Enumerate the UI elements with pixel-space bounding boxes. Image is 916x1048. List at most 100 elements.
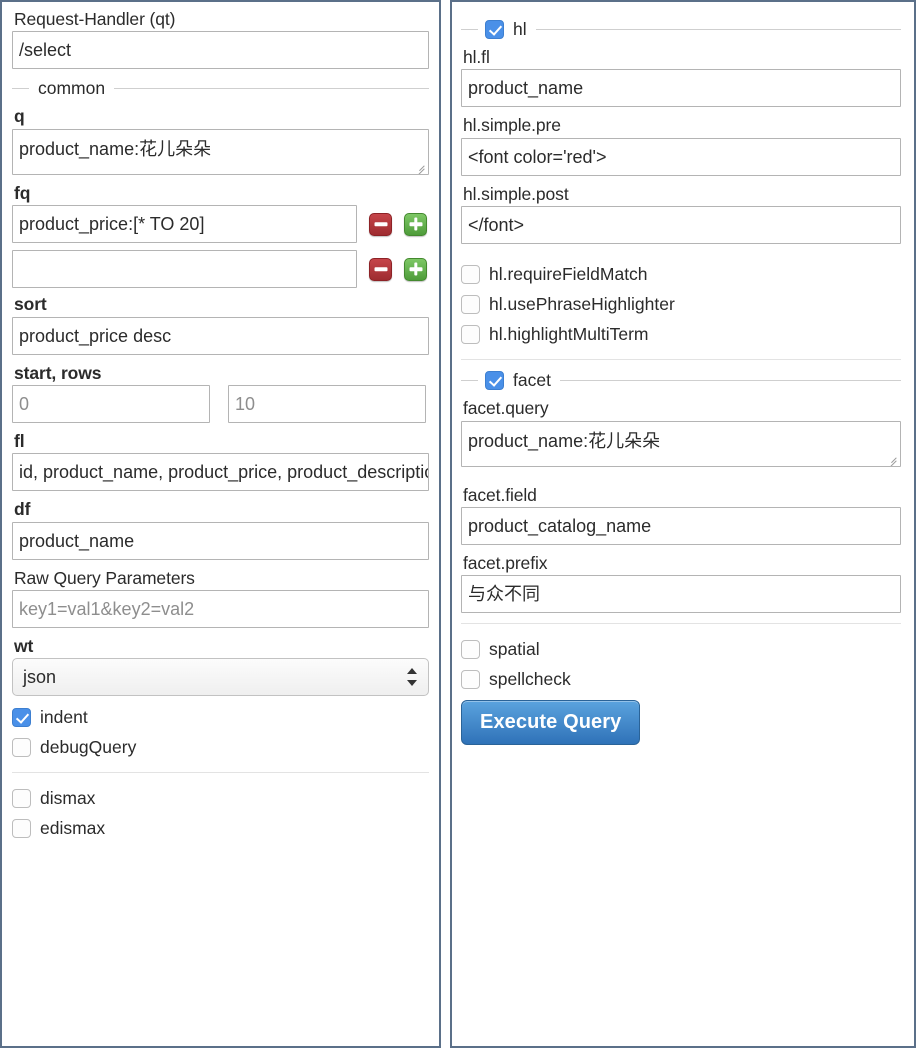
facet-field-label: facet.field (463, 484, 537, 505)
minus-icon[interactable] (369, 212, 392, 236)
checkbox-dismax-label: dismax (40, 787, 96, 808)
checkbox-spatial-box[interactable] (461, 639, 480, 659)
solr-query-form: Request-Handler (qt) /select common q pr… (0, 0, 916, 1048)
plus-icon[interactable] (404, 212, 427, 236)
facet-query-textarea[interactable]: product_name:花儿朵朵 (461, 420, 901, 467)
query-hl-facet-panel: hl hl.fl product_name hl.simple.pre <fon… (450, 0, 916, 1048)
checkbox-spellcheck-label: spellcheck (489, 668, 571, 689)
wt-select[interactable]: json (12, 658, 429, 697)
legend-rule (559, 379, 901, 381)
request-handler-input[interactable]: /select (12, 31, 429, 70)
checkbox-hl-usephrasehighlighter-box[interactable] (461, 294, 480, 314)
checkbox-hl-highlightmultiterm-label: hl.highlightMultiTerm (489, 323, 649, 344)
hl-simple-post-input[interactable]: </font> (461, 206, 901, 245)
checkbox-facet-box[interactable] (485, 370, 504, 390)
query-common-panel: Request-Handler (qt) /select common q pr… (0, 0, 441, 1048)
checkbox-hl-usephrasehighlighter-label: hl.usePhraseHighlighter (489, 293, 675, 314)
resize-grip-icon[interactable] (413, 159, 426, 174)
facet-prefix-input[interactable]: 与众不同 (461, 575, 901, 614)
checkbox-spatial-label: spatial (489, 638, 540, 659)
panel-separator (441, 0, 450, 1048)
checkbox-spellcheck-box[interactable] (461, 669, 480, 689)
raw-query-parameters-input[interactable]: key1=val1&key2=val2 (12, 590, 429, 628)
hl-fl-group: hl.fl product_name (461, 48, 901, 108)
q-textarea[interactable]: product_name:花儿朵朵 (12, 128, 429, 175)
checkbox-spatial[interactable]: spatial (461, 634, 901, 664)
rows-input[interactable]: 10 (228, 384, 426, 423)
fq-input-0[interactable]: product_price:[* TO 20] (12, 205, 357, 244)
facet-prefix-group: facet.prefix 与众不同 (461, 552, 901, 614)
checkbox-hl-requirefieldmatch[interactable]: hl.requireFieldMatch (461, 259, 901, 289)
legend-dash (461, 379, 478, 381)
common-fieldset-legend: common (12, 78, 429, 98)
sort-group: sort product_price desc (12, 295, 429, 355)
checkbox-edismax[interactable]: edismax (12, 813, 429, 843)
fl-group: fl id, product_name, product_price, prod… (12, 430, 429, 492)
request-handler-group: Request-Handler (qt) /select (12, 9, 429, 70)
checkbox-hl-requirefieldmatch-label: hl.requireFieldMatch (489, 263, 648, 284)
legend-dash (12, 87, 29, 89)
checkbox-hl-box[interactable] (485, 19, 504, 39)
minus-icon[interactable] (369, 257, 392, 281)
right-divider-1 (461, 359, 901, 361)
fq-row: product_price:[* TO 20] (12, 205, 429, 244)
facet-field-input[interactable]: product_catalog_name (461, 506, 901, 545)
checkbox-dismax[interactable]: dismax (12, 783, 429, 813)
checkbox-indent-label: indent (40, 706, 88, 727)
checkbox-hl-requirefieldmatch-box[interactable] (461, 264, 480, 284)
plus-icon[interactable] (404, 257, 427, 281)
execute-query-button[interactable]: Execute Query (461, 700, 641, 746)
fq-input-1[interactable] (12, 250, 357, 289)
left-divider (12, 772, 429, 774)
hl-simple-pre-label: hl.simple.pre (463, 115, 561, 136)
hl-simple-post-group: hl.simple.post </font> (461, 183, 901, 245)
facet-legend-label: facet (513, 369, 551, 390)
raw-query-parameters-label: Raw Query Parameters (14, 567, 195, 588)
request-handler-label: Request-Handler (qt) (14, 9, 176, 29)
raw-query-parameters-group: Raw Query Parameters key1=val1&key2=val2 (12, 567, 429, 628)
q-value: product_name:花儿朵朵 (19, 138, 212, 159)
common-legend-label: common (38, 77, 106, 98)
legend-rule (114, 87, 429, 89)
checkbox-debugquery-label: debugQuery (40, 736, 137, 757)
fl-input[interactable]: id, product_name, product_price, product… (12, 453, 429, 492)
hl-simple-pre-input[interactable]: <font color='red'> (461, 137, 901, 176)
chevron-updown-icon (407, 666, 418, 688)
facet-query-group: facet.query product_name:花儿朵朵 (461, 398, 901, 467)
df-input[interactable]: product_name (12, 521, 429, 560)
fl-label: fl (14, 430, 25, 451)
hl-fl-input[interactable]: product_name (461, 69, 901, 108)
wt-group: wt json (12, 636, 429, 697)
right-divider-2 (461, 623, 901, 625)
facet-query-label: facet.query (463, 398, 549, 419)
fq-group: fq product_price:[* TO 20] (12, 183, 429, 289)
df-group: df product_name (12, 500, 429, 560)
hl-simple-post-label: hl.simple.post (463, 183, 569, 204)
checkbox-spellcheck[interactable]: spellcheck (461, 664, 901, 694)
facet-query-value: product_name:花儿朵朵 (468, 430, 661, 451)
checkbox-edismax-box[interactable] (12, 818, 31, 838)
start-rows-row: 0 10 (12, 384, 429, 423)
checkbox-hl-highlightmultiterm-box[interactable] (461, 324, 480, 344)
checkbox-dismax-box[interactable] (12, 788, 31, 808)
checkbox-debugquery[interactable]: debugQuery (12, 732, 429, 762)
checkbox-hl-usephrasehighlighter[interactable]: hl.usePhraseHighlighter (461, 289, 901, 319)
wt-label: wt (14, 636, 34, 656)
checkbox-indent[interactable]: indent (12, 702, 429, 732)
q-group: q product_name:花儿朵朵 (12, 106, 429, 175)
sort-input[interactable]: product_price desc (12, 316, 429, 355)
resize-grip-icon[interactable] (885, 451, 898, 466)
checkbox-indent-box[interactable] (12, 707, 31, 727)
facet-prefix-label: facet.prefix (463, 552, 548, 573)
hl-legend-label: hl (513, 18, 527, 39)
hl-simple-pre-group: hl.simple.pre <font color='red'> (461, 115, 901, 176)
start-rows-label: start, rows (14, 362, 102, 383)
facet-field-group: facet.field product_catalog_name (461, 484, 901, 545)
checkbox-hl-highlightmultiterm[interactable]: hl.highlightMultiTerm (461, 319, 901, 349)
q-label: q (14, 106, 25, 127)
hl-fieldset-legend: hl (461, 19, 901, 39)
checkbox-debugquery-box[interactable] (12, 737, 31, 757)
start-input[interactable]: 0 (12, 384, 210, 423)
legend-rule (535, 28, 901, 30)
